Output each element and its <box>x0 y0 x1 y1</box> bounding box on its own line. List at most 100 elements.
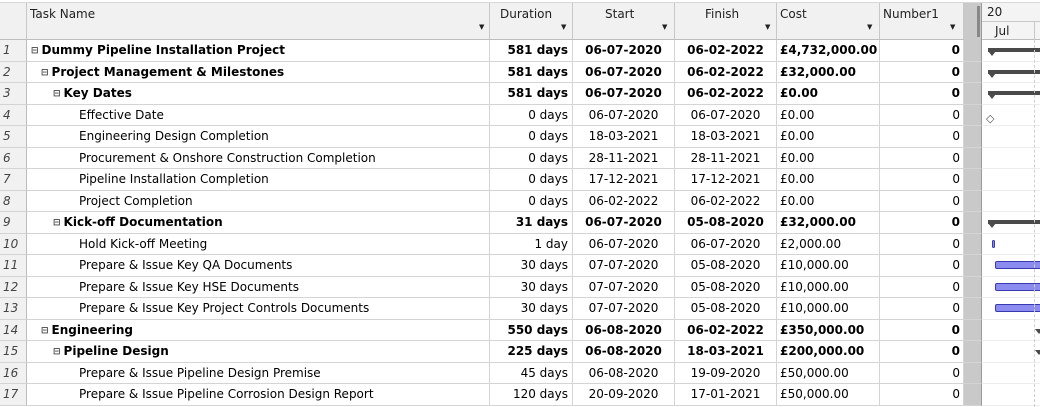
number1-cell[interactable]: 0 <box>880 341 964 363</box>
cost-cell[interactable]: £10,000.00 <box>777 298 880 320</box>
number1-cell[interactable]: 0 <box>880 40 964 62</box>
table-row[interactable]: 6 Procurement & Onshore Construction Comp… <box>0 147 1040 169</box>
number1-cell[interactable]: 0 <box>880 126 964 148</box>
collapse-icon[interactable]: ⊟ <box>41 321 49 341</box>
start-cell[interactable]: 07-07-2020 <box>573 298 675 320</box>
gantt-cell[interactable] <box>982 190 1040 212</box>
task-bar[interactable] <box>992 239 995 248</box>
row-id[interactable]: 16 <box>0 362 27 384</box>
column-header-duration[interactable]: Duration ▼ <box>490 3 573 40</box>
task-name-cell[interactable]: ⊟ Engineering <box>27 319 490 341</box>
start-cell[interactable]: 07-07-2020 <box>573 276 675 298</box>
row-id[interactable]: 12 <box>0 276 27 298</box>
row-id[interactable]: 4 <box>0 104 27 126</box>
finish-cell[interactable]: 17-01-2021 <box>675 384 777 406</box>
number1-cell[interactable]: 0 <box>880 212 964 234</box>
cost-cell[interactable]: £0.00 <box>777 104 880 126</box>
duration-cell[interactable]: 120 days <box>490 384 573 406</box>
column-header-start[interactable]: Start ▼ <box>573 3 675 40</box>
finish-cell[interactable]: 05-08-2020 <box>675 255 777 277</box>
cost-cell[interactable]: £2,000.00 <box>777 233 880 255</box>
start-cell[interactable]: 17-12-2021 <box>573 169 675 191</box>
dropdown-arrow-icon[interactable]: ▼ <box>765 23 770 31</box>
collapse-icon[interactable]: ⊟ <box>53 213 61 233</box>
column-header-task-name[interactable]: Task Name ▼ <box>27 3 490 40</box>
cost-cell[interactable]: £10,000.00 <box>777 276 880 298</box>
table-row[interactable]: 8 Project Completion 0 days 06-02-2022 06-02… <box>0 190 1040 212</box>
cost-cell[interactable]: £200,000.00 <box>777 341 880 363</box>
finish-cell[interactable]: 06-07-2020 <box>675 233 777 255</box>
number1-cell[interactable]: 0 <box>880 83 964 105</box>
start-cell[interactable]: 06-02-2022 <box>573 190 675 212</box>
finish-cell[interactable]: 18-03-2021 <box>675 126 777 148</box>
gantt-cell[interactable] <box>982 233 1040 255</box>
finish-cell[interactable]: 06-02-2022 <box>675 61 777 83</box>
finish-cell[interactable]: 17-12-2021 <box>675 169 777 191</box>
duration-cell[interactable]: 0 days <box>490 104 573 126</box>
gantt-cell[interactable] <box>982 40 1040 62</box>
number1-cell[interactable]: 0 <box>880 169 964 191</box>
cost-cell[interactable]: £32,000.00 <box>777 212 880 234</box>
gantt-cell[interactable] <box>982 212 1040 234</box>
gantt-cell[interactable] <box>982 362 1040 384</box>
gantt-cell[interactable] <box>982 169 1040 191</box>
task-name-cell[interactable]: ⊟ Key Dates <box>27 83 490 105</box>
table-row[interactable]: 14 ⊟ Engineering 550 days 06-08-2020 06-02-20… <box>0 319 1040 341</box>
finish-cell[interactable]: 06-02-2022 <box>675 190 777 212</box>
row-id[interactable]: 2 <box>0 61 27 83</box>
row-id[interactable]: 17 <box>0 384 27 406</box>
finish-cell[interactable]: 06-02-2022 <box>675 40 777 62</box>
row-id[interactable]: 6 <box>0 147 27 169</box>
finish-cell[interactable]: 18-03-2021 <box>675 341 777 363</box>
row-id[interactable]: 10 <box>0 233 27 255</box>
finish-cell[interactable]: 19-09-2020 <box>675 362 777 384</box>
table-row[interactable]: 11 Prepare & Issue Key QA Documents 30 day… <box>0 255 1040 277</box>
number1-cell[interactable]: 0 <box>880 276 964 298</box>
column-header-finish[interactable]: Finish ▼ <box>675 3 777 40</box>
start-cell[interactable]: 18-03-2021 <box>573 126 675 148</box>
task-name-cell[interactable]: Hold Kick-off Meeting <box>27 233 490 255</box>
table-row[interactable]: 3 ⊟ Key Dates 581 days 06-07-2020 06-02-2022 £… <box>0 83 1040 105</box>
task-name-cell[interactable]: Engineering Design Completion <box>27 126 490 148</box>
finish-cell[interactable]: 05-08-2020 <box>675 212 777 234</box>
start-cell[interactable]: 28-11-2021 <box>573 147 675 169</box>
task-name-cell[interactable]: Project Completion <box>27 190 490 212</box>
table-row[interactable]: 1 ⊟ Dummy Pipeline Installation Project 581… <box>0 40 1040 62</box>
number1-cell[interactable]: 0 <box>880 233 964 255</box>
row-id[interactable]: 14 <box>0 319 27 341</box>
row-id[interactable]: 5 <box>0 126 27 148</box>
finish-cell[interactable]: 06-07-2020 <box>675 104 777 126</box>
task-name-cell[interactable]: Effective Date <box>27 104 490 126</box>
number1-cell[interactable]: 0 <box>880 104 964 126</box>
table-row[interactable]: 17 Prepare & Issue Pipeline Corrosion Des… <box>0 384 1040 406</box>
gantt-cell[interactable] <box>982 341 1040 363</box>
start-cell[interactable]: 06-08-2020 <box>573 362 675 384</box>
start-cell[interactable]: 06-07-2020 <box>573 40 675 62</box>
finish-cell[interactable]: 06-02-2022 <box>675 83 777 105</box>
duration-cell[interactable]: 31 days <box>490 212 573 234</box>
row-id[interactable]: 13 <box>0 298 27 320</box>
duration-cell[interactable]: 0 days <box>490 169 573 191</box>
table-row[interactable]: 13 Prepare & Issue Key Project Controls D… <box>0 298 1040 320</box>
finish-cell[interactable]: 05-08-2020 <box>675 276 777 298</box>
start-cell[interactable]: 20-09-2020 <box>573 384 675 406</box>
column-header-number1[interactable]: Number1 ▼ <box>880 3 964 40</box>
table-row[interactable]: 7 Pipeline Installation Completion 0 days 1… <box>0 169 1040 191</box>
table-row[interactable]: 10 Hold Kick-off Meeting 1 day 06-07-2020 06… <box>0 233 1040 255</box>
task-name-cell[interactable]: Prepare & Issue Key Project Controls Doc… <box>27 298 490 320</box>
table-row[interactable]: 4 Effective Date 0 days 06-07-2020 06-07-202… <box>0 104 1040 126</box>
column-header-cost[interactable]: Cost ▼ <box>777 3 880 40</box>
gantt-cell[interactable] <box>982 276 1040 298</box>
start-cell[interactable]: 06-07-2020 <box>573 233 675 255</box>
row-id[interactable]: 9 <box>0 212 27 234</box>
task-name-cell[interactable]: Pipeline Installation Completion <box>27 169 490 191</box>
task-name-cell[interactable]: Prepare & Issue Pipeline Corrosion Desig… <box>27 384 490 406</box>
table-row[interactable]: 16 Prepare & Issue Pipeline Design Premis… <box>0 362 1040 384</box>
duration-cell[interactable]: 581 days <box>490 61 573 83</box>
task-name-cell[interactable]: ⊟ Pipeline Design <box>27 341 490 363</box>
table-row[interactable]: 9 ⊟ Kick-off Documentation 31 days 06-07-202… <box>0 212 1040 234</box>
summary-bar-cap[interactable] <box>1035 350 1040 355</box>
row-id[interactable]: 11 <box>0 255 27 277</box>
gantt-cell[interactable] <box>982 298 1040 320</box>
duration-cell[interactable]: 0 days <box>490 190 573 212</box>
